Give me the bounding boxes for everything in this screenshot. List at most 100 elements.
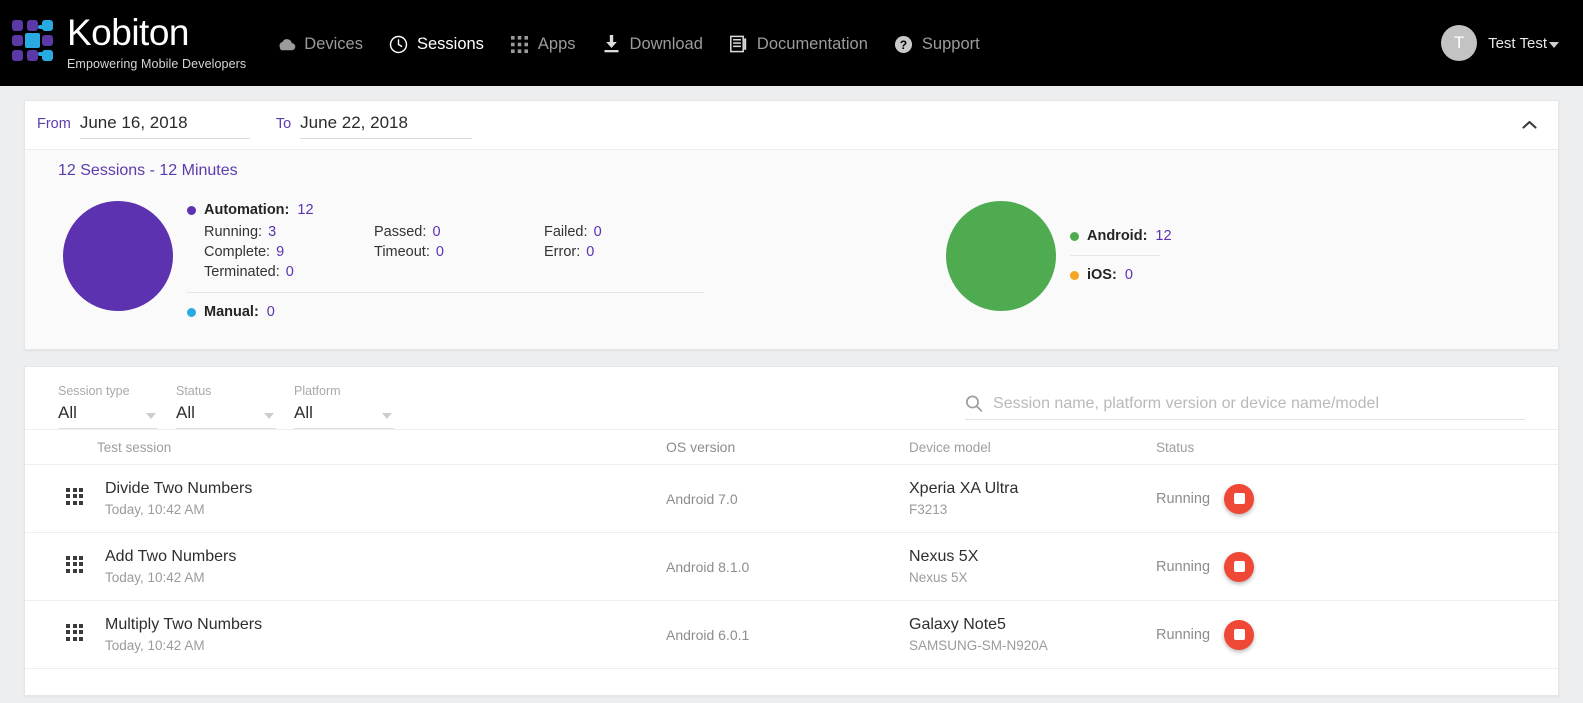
brand-logo[interactable]: Kobiton Empowering Mobile Developers <box>12 14 246 72</box>
nav-item-support[interactable]: ? Support <box>894 34 980 54</box>
session-time: Today, 10:42 AM <box>105 637 205 653</box>
platform-legend-divider <box>1070 255 1160 256</box>
manual-legend: Manual: 0 <box>187 304 707 320</box>
date-to-field: To June 22, 2018 <box>276 112 473 139</box>
stat-error: Error: 0 <box>544 244 707 260</box>
date-range-row: From June 16, 2018 To June 22, 2018 <box>25 101 1558 149</box>
automation-label: Automation: <box>204 202 290 218</box>
nav-item-download[interactable]: Download <box>602 34 703 54</box>
ios-label: iOS: <box>1087 267 1117 283</box>
stat-passed-value: 0 <box>432 224 441 240</box>
nav-label-sessions: Sessions <box>416 34 484 53</box>
chevron-down-icon <box>1549 41 1559 48</box>
cell-device-model: Galaxy Note5 SAMSUNG-SM-N920A <box>909 615 1156 655</box>
nav-item-devices[interactable]: Devices <box>276 34 363 54</box>
document-icon <box>729 34 749 54</box>
column-header-os-version: OS version <box>666 439 736 455</box>
device-model-code: Nexus 5X <box>909 569 968 585</box>
table-row[interactable]: Multiply Two Numbers Today, 10:42 AM And… <box>25 601 1558 669</box>
chevron-down-icon <box>146 413 156 419</box>
nav-item-apps[interactable]: Apps <box>510 34 576 54</box>
table-row[interactable]: Add Two Numbers Today, 10:42 AM Android … <box>25 533 1558 601</box>
filters-bar: Session type All Status All Platform All <box>25 367 1558 429</box>
filter-session-type-value: All <box>58 403 77 422</box>
platform-pie-chart <box>946 201 1056 311</box>
brand-tagline: Empowering Mobile Developers <box>67 57 247 71</box>
date-from-label: From <box>37 115 71 132</box>
device-model-code: F3213 <box>909 501 948 517</box>
stat-error-label: Error: <box>544 244 581 260</box>
download-icon <box>602 34 622 54</box>
search-icon <box>966 395 983 412</box>
page-body: From June 16, 2018 To June 22, 2018 12 S… <box>0 86 1583 696</box>
cell-os-version: Android 8.1.0 <box>666 558 750 575</box>
stat-failed: Failed: 0 <box>544 224 707 240</box>
column-header-test-session: Test session <box>97 439 172 455</box>
session-time: Today, 10:42 AM <box>105 569 205 585</box>
stat-terminated-label: Terminated: <box>204 264 280 280</box>
legend-divider <box>187 292 704 293</box>
manual-color-dot <box>187 307 196 317</box>
nav-label-documentation: Documentation <box>756 34 868 53</box>
session-name: Divide Two Numbers <box>105 479 253 497</box>
cell-device-model: Xperia XA Ultra F3213 <box>909 479 1156 519</box>
svg-text:?: ? <box>900 37 907 51</box>
sessions-table-card: Session type All Status All Platform All <box>24 366 1559 696</box>
ios-legend-row: iOS: 0 <box>1070 267 1270 283</box>
search-input[interactable] <box>993 394 1525 413</box>
stat-terminated-value: 0 <box>285 264 294 280</box>
stat-running-label: Running: <box>204 224 263 240</box>
date-from-field: From June 16, 2018 <box>37 112 250 139</box>
grid-dots-icon[interactable] <box>66 623 88 646</box>
stat-complete: Complete: 9 <box>204 244 374 260</box>
manual-label: Manual: <box>204 304 259 320</box>
cell-status: Running <box>1156 619 1316 650</box>
stat-complete-label: Complete: <box>204 244 271 260</box>
summary-title: 12 Sessions - 12 Minutes <box>58 162 238 179</box>
grid-dots-icon[interactable] <box>66 487 88 510</box>
nav-label-support: Support <box>921 34 980 53</box>
status-badge: Running <box>1156 626 1211 643</box>
grid-dots-icon[interactable] <box>66 555 88 578</box>
filter-status[interactable]: Status All <box>176 384 276 429</box>
cloud-icon <box>276 34 296 54</box>
chevron-down-icon <box>382 413 392 419</box>
date-from-input[interactable]: June 16, 2018 <box>79 112 250 139</box>
avatar: T <box>1441 25 1478 61</box>
automation-value: 12 <box>297 202 314 218</box>
table-row[interactable]: Divide Two Numbers Today, 10:42 AM Andro… <box>25 465 1558 533</box>
date-to-input[interactable]: June 22, 2018 <box>300 112 473 139</box>
android-value: 12 <box>1155 228 1172 244</box>
main-nav: Devices Sessions Apps Download Documenta… <box>276 34 980 54</box>
stop-session-button[interactable] <box>1224 551 1255 582</box>
stat-complete-value: 9 <box>276 244 285 260</box>
clock-icon <box>389 34 409 54</box>
stop-session-button[interactable] <box>1224 483 1255 514</box>
search-box[interactable] <box>965 394 1525 420</box>
summary-card: From June 16, 2018 To June 22, 2018 12 S… <box>24 100 1559 350</box>
manual-value: 0 <box>266 304 275 320</box>
stop-session-button[interactable] <box>1224 619 1255 650</box>
cell-device-model: Nexus 5X Nexus 5X <box>909 547 1156 587</box>
filter-session-type[interactable]: Session type All <box>58 384 158 429</box>
nav-item-documentation[interactable]: Documentation <box>729 34 868 54</box>
stat-running-value: 3 <box>268 224 277 240</box>
filter-platform[interactable]: Platform All <box>294 384 394 429</box>
stat-timeout-label: Timeout: <box>374 244 430 260</box>
brand-name: Kobiton <box>67 12 190 53</box>
cell-test-session: Add Two Numbers Today, 10:42 AM <box>58 547 666 587</box>
automation-legend-head: Automation: 12 <box>187 202 707 218</box>
automation-color-dot <box>187 205 196 215</box>
column-header-status: Status <box>1156 439 1195 455</box>
automation-stats-grid: Running: 3 Passed: 0 Failed: 0 Complete:… <box>204 224 707 280</box>
session-name-block: Multiply Two Numbers Today, 10:42 AM <box>105 615 262 655</box>
user-menu[interactable]: T Test Test <box>1441 25 1559 61</box>
device-name: Nexus 5X <box>909 547 979 565</box>
session-name: Multiply Two Numbers <box>105 615 263 633</box>
collapse-summary-button[interactable] <box>1518 114 1540 136</box>
cell-os-version: Android 6.0.1 <box>666 626 750 643</box>
nav-item-sessions[interactable]: Sessions <box>389 34 484 54</box>
stat-running: Running: 3 <box>204 224 374 240</box>
session-time: Today, 10:42 AM <box>105 501 205 517</box>
session-name-block: Divide Two Numbers Today, 10:42 AM <box>105 479 252 519</box>
